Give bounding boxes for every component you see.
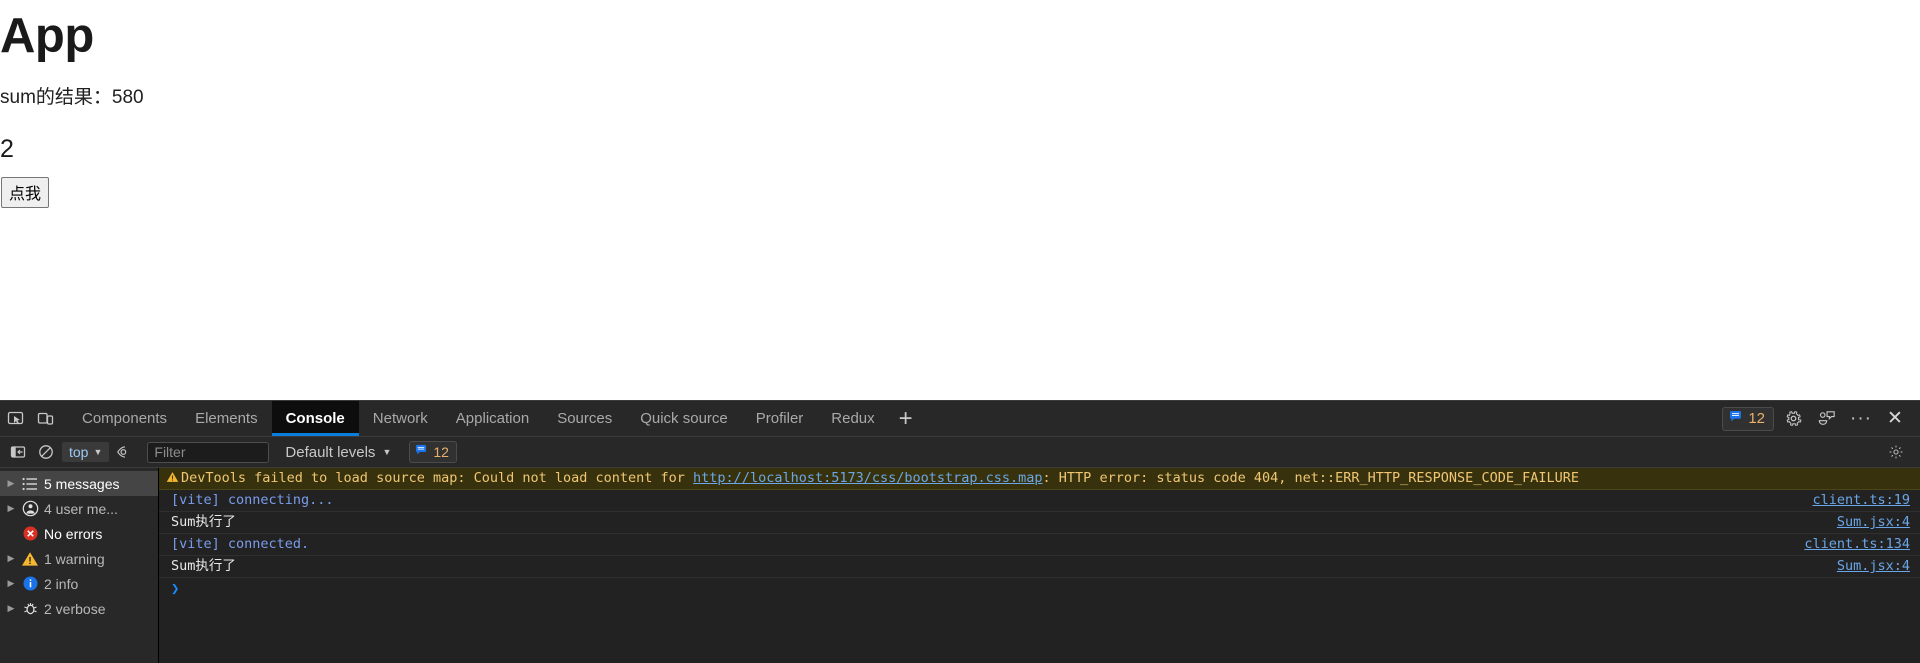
message-bubble-icon xyxy=(415,443,427,461)
sidebar-item-label: 2 verbose xyxy=(42,601,105,617)
list-icon xyxy=(18,477,42,491)
prompt-caret-icon: ❯ xyxy=(171,581,187,597)
tab-profiler[interactable]: Profiler xyxy=(742,401,818,436)
expand-triangle-icon[interactable]: ▶ xyxy=(4,604,18,613)
tabbar-spacer xyxy=(923,401,1723,436)
message-count-label: 12 xyxy=(1748,410,1765,427)
sidebar-item-user-messages[interactable]: ▶ 4 user me... xyxy=(0,496,158,521)
console-prompt-input[interactable] xyxy=(187,581,1910,597)
close-devtools-icon[interactable]: ✕ xyxy=(1880,406,1910,432)
console-message-text: [vite] connected. xyxy=(171,536,1790,553)
console-toolbar: top ▼ Default levels ▼ 12 xyxy=(0,437,1920,468)
sidebar-item-label: 5 messages xyxy=(42,476,119,492)
sum-result-text: sum的结果：580 xyxy=(0,82,144,109)
live-expression-eye-icon[interactable] xyxy=(111,439,139,465)
console-message-row[interactable]: Sum执行了 Sum.jsx:4 xyxy=(159,512,1920,534)
execution-context-select[interactable]: top ▼ xyxy=(62,442,109,462)
devtools-tab-list: Components Elements Console Network Appl… xyxy=(68,401,923,436)
info-icon xyxy=(18,575,42,592)
console-message-text: Sum执行了 xyxy=(171,558,1823,575)
console-message-source-link[interactable]: client.ts:19 xyxy=(1798,492,1910,509)
console-sidebar: ▶ 5 messages ▶ xyxy=(0,468,159,663)
warning-icon xyxy=(18,551,42,567)
add-panel-button[interactable]: + xyxy=(889,401,923,436)
warning-icon xyxy=(163,470,181,483)
console-filter-input[interactable] xyxy=(147,442,269,463)
error-icon xyxy=(18,525,42,542)
log-levels-select[interactable]: Default levels ▼ xyxy=(285,444,391,461)
tab-sources[interactable]: Sources xyxy=(543,401,626,436)
console-message-source-link[interactable]: Sum.jsx:4 xyxy=(1823,558,1910,575)
console-message-row[interactable]: [vite] connecting... client.ts:19 xyxy=(159,490,1920,512)
react-devtools-icon[interactable] xyxy=(1812,406,1842,432)
console-settings-gear-icon[interactable] xyxy=(1882,439,1910,465)
console-message-source-link[interactable]: Sum.jsx:4 xyxy=(1823,514,1910,531)
devtools-tabbar: Components Elements Console Network Appl… xyxy=(0,401,1920,437)
console-message-row[interactable]: DevTools failed to load source map: Coul… xyxy=(159,468,1920,490)
tabbar-actions: 12 ··· ✕ xyxy=(1722,401,1920,436)
source-map-url-link[interactable]: http://localhost:5173/css/bootstrap.css.… xyxy=(693,470,1043,486)
inspect-element-icon[interactable] xyxy=(0,401,30,436)
settings-gear-icon[interactable] xyxy=(1778,406,1808,432)
clear-console-icon[interactable] xyxy=(32,439,60,465)
tab-console[interactable]: Console xyxy=(272,401,359,436)
sidebar-item-warnings[interactable]: ▶ 1 warning xyxy=(0,546,158,571)
console-message-text: [vite] connecting... xyxy=(171,492,1798,509)
sidebar-item-all-messages[interactable]: ▶ 5 messages xyxy=(0,471,158,496)
console-message-count-label: 12 xyxy=(433,444,449,460)
console-message-row[interactable]: [vite] connected. client.ts:134 xyxy=(159,534,1920,556)
page-title: App xyxy=(0,8,94,64)
console-message-source-link[interactable]: client.ts:134 xyxy=(1790,536,1910,553)
sidebar-item-info[interactable]: ▶ 2 info xyxy=(0,571,158,596)
sidebar-item-errors[interactable]: ▶ No errors xyxy=(0,521,158,546)
sidebar-item-label: 4 user me... xyxy=(42,501,118,517)
sidebar-item-label: 2 info xyxy=(42,576,78,592)
tab-application[interactable]: Application xyxy=(442,401,543,436)
console-message-text: Sum执行了 xyxy=(171,514,1823,531)
expand-triangle-icon[interactable]: ▶ xyxy=(4,554,18,563)
message-count-badge[interactable]: 12 xyxy=(1722,407,1774,431)
message-bubble-icon xyxy=(1729,410,1742,428)
expand-triangle-icon[interactable]: ▶ xyxy=(4,579,18,588)
user-message-icon xyxy=(18,500,42,517)
sidebar-item-label: No errors xyxy=(42,526,102,542)
console-message-count-badge[interactable]: 12 xyxy=(409,441,457,463)
web-page-viewport: App sum的结果：580 2 点我 xyxy=(0,0,1920,400)
tab-quick-source[interactable]: Quick source xyxy=(626,401,742,436)
counter-value: 2 xyxy=(0,135,14,164)
tab-redux[interactable]: Redux xyxy=(817,401,888,436)
sidebar-item-verbose[interactable]: ▶ 2 verbose xyxy=(0,596,158,621)
log-levels-label: Default levels xyxy=(285,444,375,461)
bug-icon xyxy=(18,600,42,617)
execution-context-label: top xyxy=(69,444,88,460)
tab-elements[interactable]: Elements xyxy=(181,401,272,436)
console-message-text: DevTools failed to load source map: Coul… xyxy=(181,470,1910,487)
console-message-list: DevTools failed to load source map: Coul… xyxy=(159,468,1920,663)
console-toolbar-actions xyxy=(1882,439,1920,465)
tab-network[interactable]: Network xyxy=(359,401,442,436)
more-options-icon[interactable]: ··· xyxy=(1846,406,1876,432)
sidebar-item-label: 1 warning xyxy=(42,551,105,567)
expand-triangle-icon[interactable]: ▶ xyxy=(4,504,18,513)
toggle-console-sidebar-icon[interactable] xyxy=(4,439,32,465)
device-toolbar-icon[interactable] xyxy=(30,401,60,436)
message-prefix: DevTools failed to load source map: Coul… xyxy=(181,470,693,486)
chevron-down-icon: ▼ xyxy=(382,448,391,457)
tab-components[interactable]: Components xyxy=(68,401,181,436)
console-body: ▶ 5 messages ▶ xyxy=(0,468,1920,663)
chevron-down-icon: ▼ xyxy=(93,448,102,457)
message-suffix: : HTTP error: status code 404, net::ERR_… xyxy=(1043,470,1579,486)
console-message-row[interactable]: Sum执行了 Sum.jsx:4 xyxy=(159,556,1920,578)
expand-triangle-icon[interactable]: ▶ xyxy=(4,479,18,488)
click-me-button[interactable]: 点我 xyxy=(1,177,49,208)
console-prompt[interactable]: ❯ xyxy=(159,578,1920,599)
devtools-panel: Components Elements Console Network Appl… xyxy=(0,400,1920,663)
